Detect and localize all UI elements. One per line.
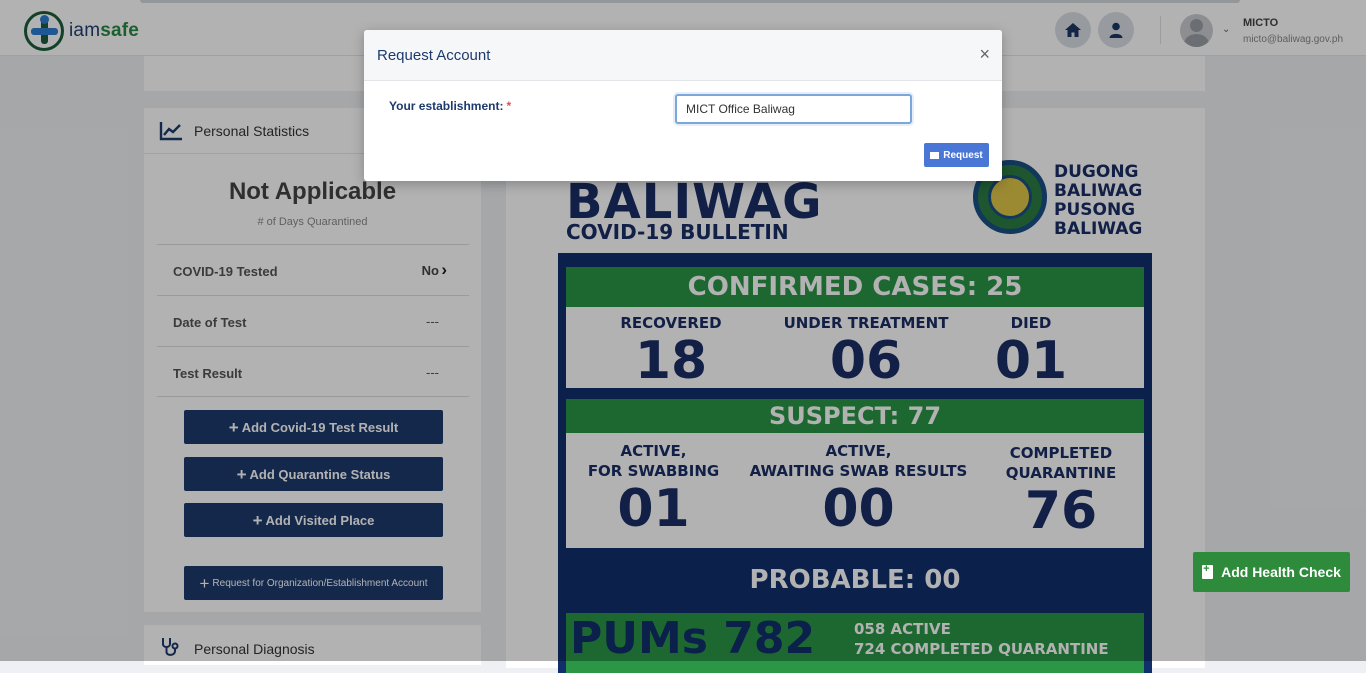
request-button-label: Request [943, 149, 983, 161]
add-health-check-label: Add Health Check [1221, 564, 1341, 580]
establishment-input[interactable] [675, 94, 912, 124]
file-medical-icon [1202, 563, 1214, 579]
close-icon[interactable]: × [979, 44, 990, 65]
request-button[interactable]: Request [924, 143, 989, 167]
modal-header: Request Account × [364, 30, 1002, 81]
establishment-label: Your establishment: * [389, 99, 511, 113]
establishment-label-text: Your establishment: [389, 99, 504, 113]
request-account-modal: Request Account × Your establishment:* R… [364, 30, 1002, 181]
envelope-icon [930, 151, 940, 159]
required-indicator: * [506, 99, 512, 113]
modal-title: Request Account [377, 47, 491, 64]
add-health-check-button[interactable]: Add Health Check [1193, 552, 1350, 592]
